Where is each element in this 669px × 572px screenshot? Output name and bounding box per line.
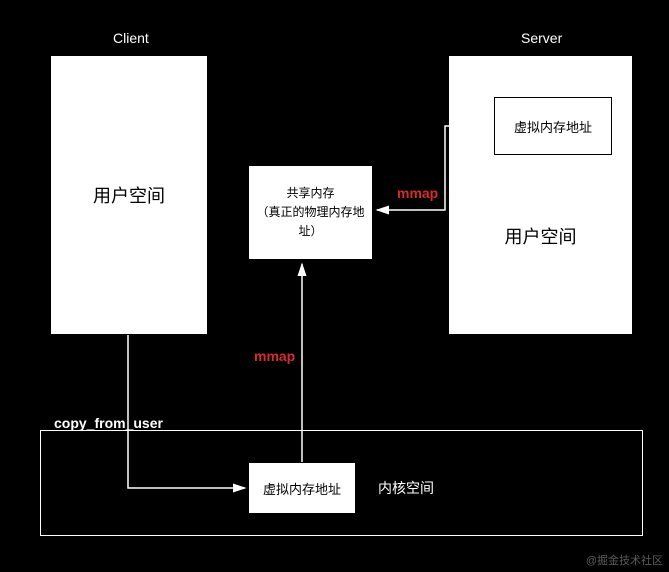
client-user-space-label: 用户空间 <box>93 182 165 208</box>
mmap-label-kernel: mmap <box>254 348 295 364</box>
client-user-space-box: 用户空间 <box>50 55 208 335</box>
shared-memory-label: 共享内存 （真正的物理内存地址） <box>249 184 372 242</box>
server-vmem-label: 虚拟内存地址 <box>514 117 592 136</box>
copy-from-user-label: copy_from_user <box>54 415 163 431</box>
watermark: @掘金技术社区 <box>586 552 663 568</box>
shared-memory-box: 共享内存 （真正的物理内存地址） <box>248 165 373 260</box>
client-title: Client <box>113 30 149 46</box>
server-title: Server <box>521 30 562 46</box>
server-user-space-label: 用户空间 <box>505 223 577 249</box>
server-vmem-box: 虚拟内存地址 <box>494 97 612 155</box>
mmap-label-server: mmap <box>397 185 438 201</box>
kernel-vmem-box: 虚拟内存地址 <box>248 462 356 514</box>
kernel-vmem-label: 虚拟内存地址 <box>263 479 341 498</box>
kernel-space-label: 内核空间 <box>378 478 434 498</box>
